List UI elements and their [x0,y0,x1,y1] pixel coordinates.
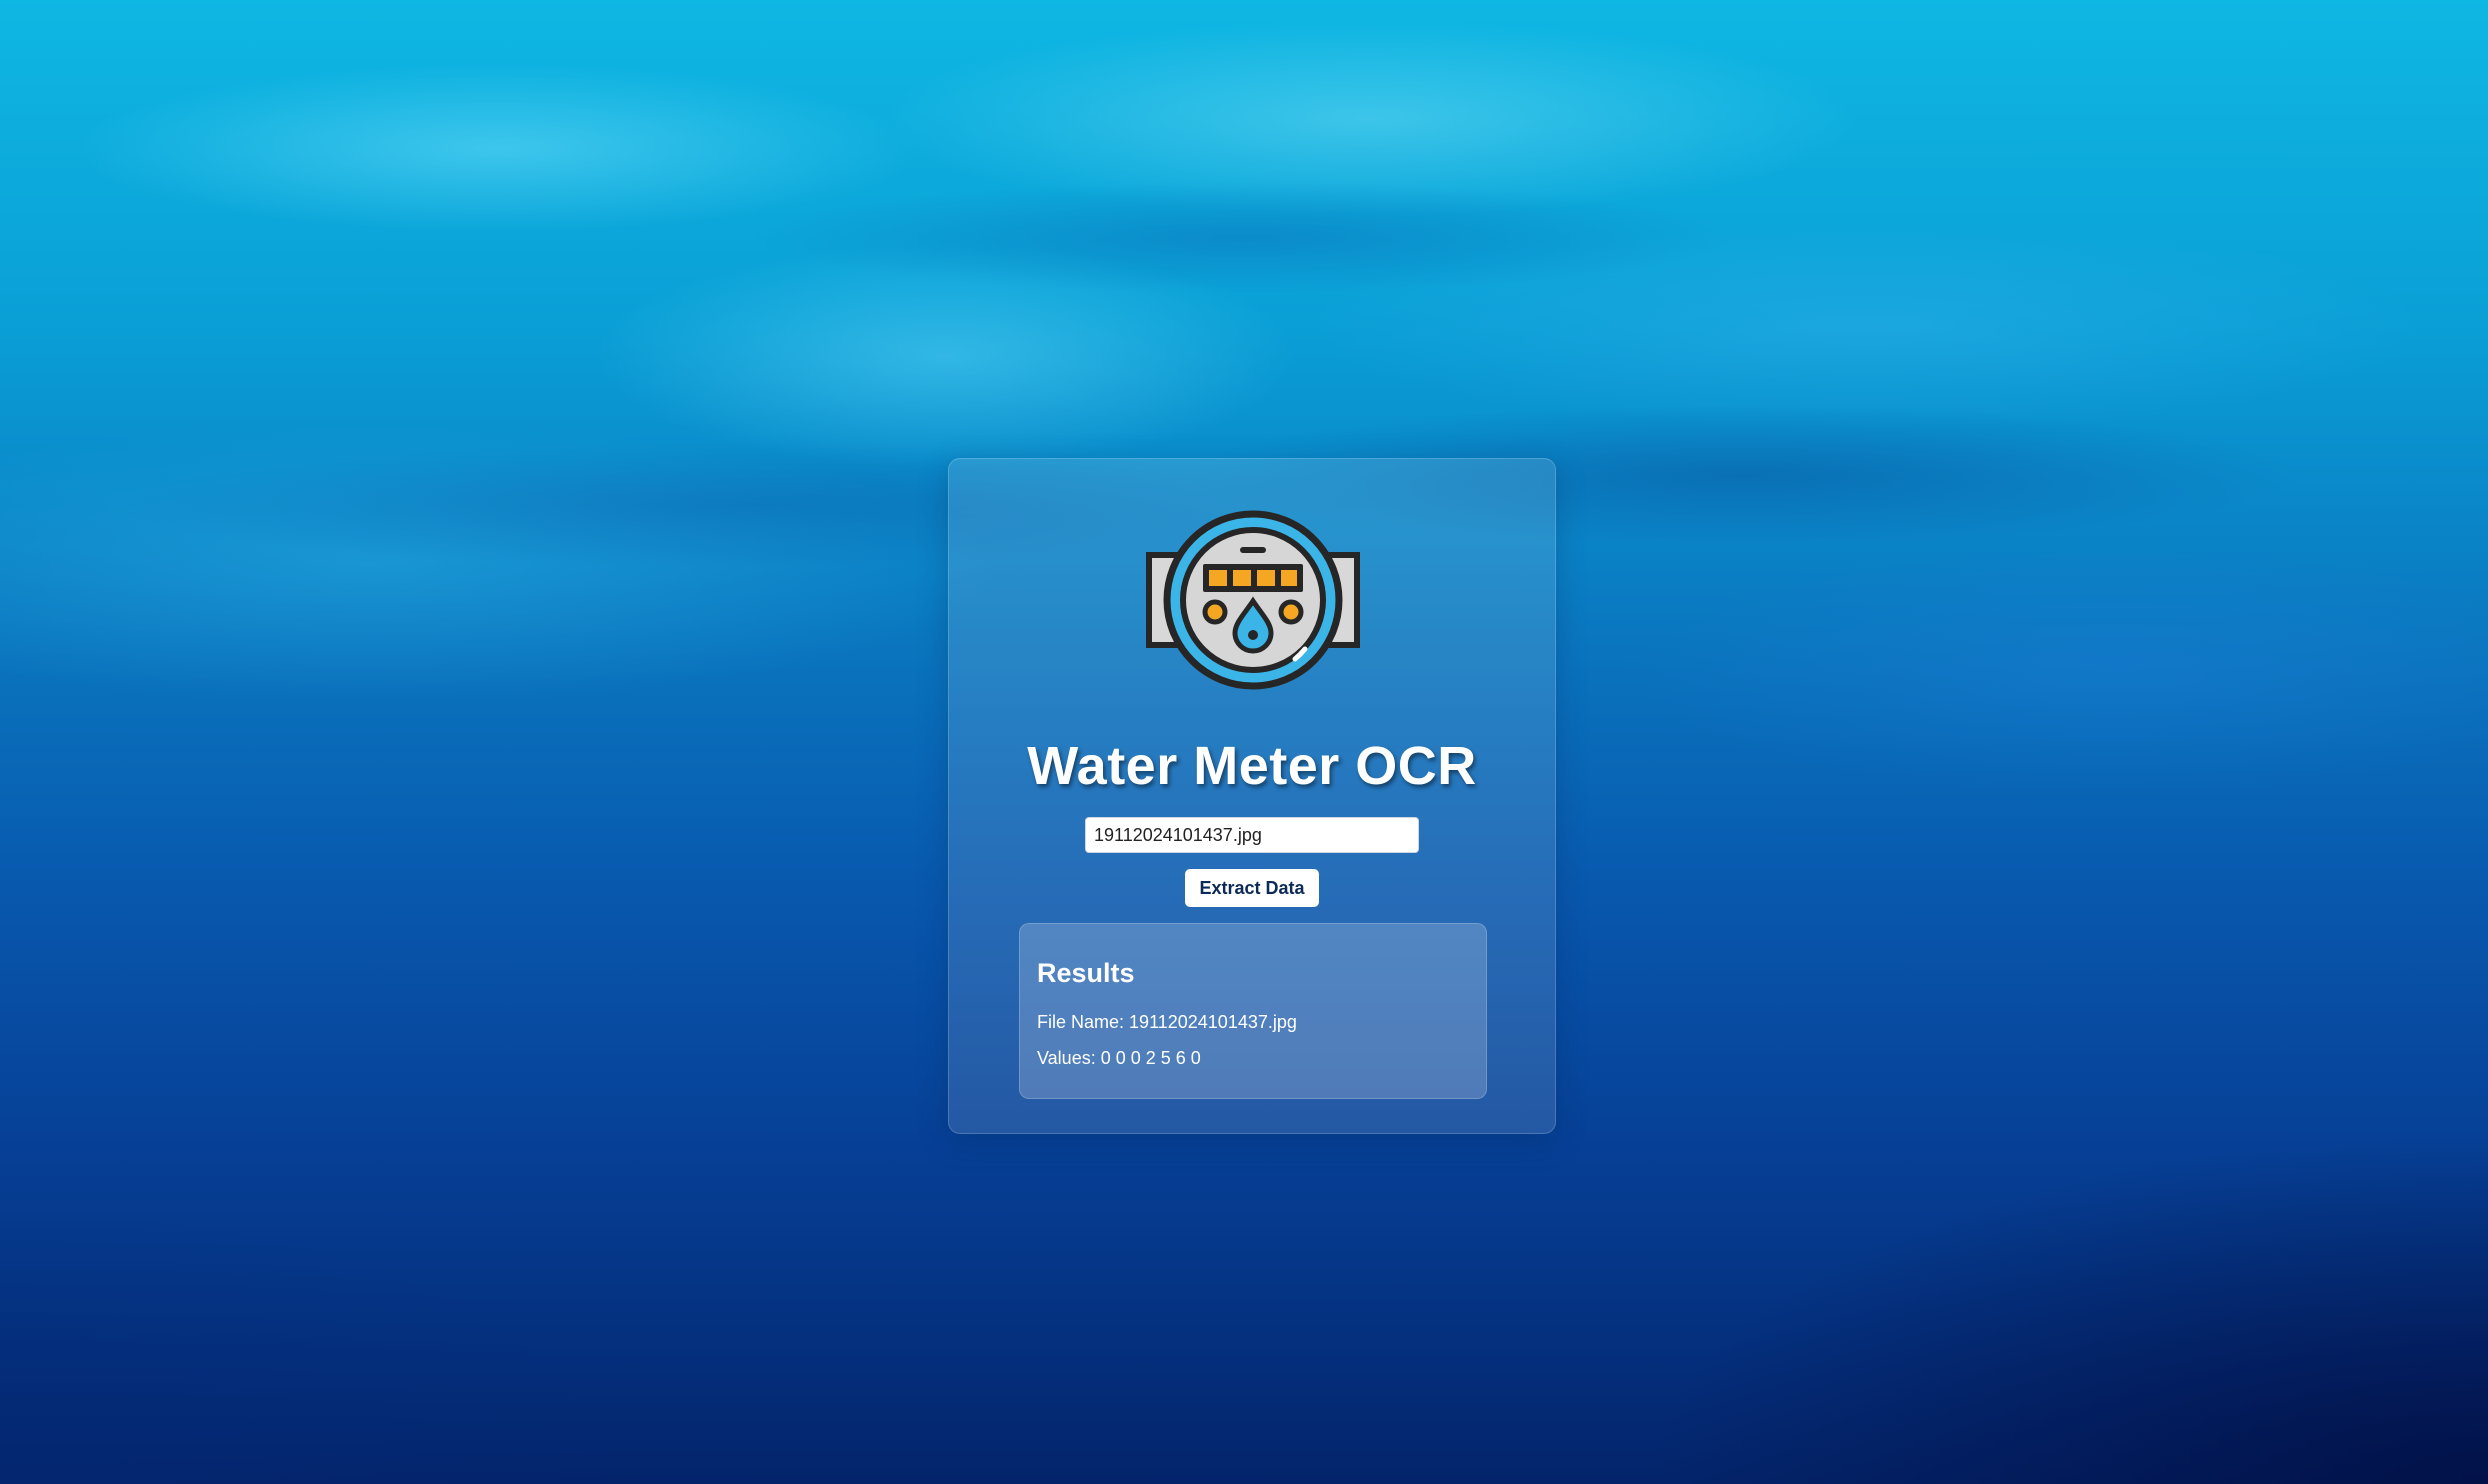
page-title: Water Meter OCR [1027,736,1477,796]
result-file-name: File Name: 19112024101437.jpg [1037,1012,1297,1033]
results-heading: Results [1037,958,1135,988]
result-values: Values: 0 0 0 2 5 6 0 [1037,1048,1201,1069]
ocr-card: Water Meter OCR Extract Data Results Fil… [948,458,1556,1134]
water-meter-icon [1146,510,1360,690]
extract-data-button[interactable]: Extract Data [1185,869,1319,907]
results-panel: Results File Name: 19112024101437.jpg Va… [1019,923,1487,1099]
file-name-value: 19112024101437.jpg [1129,1012,1297,1032]
values-label: Values: [1037,1048,1096,1068]
values-value: 0 0 0 2 5 6 0 [1100,1048,1201,1068]
file-name-label: File Name: [1037,1012,1125,1032]
file-name-input[interactable] [1085,817,1419,853]
